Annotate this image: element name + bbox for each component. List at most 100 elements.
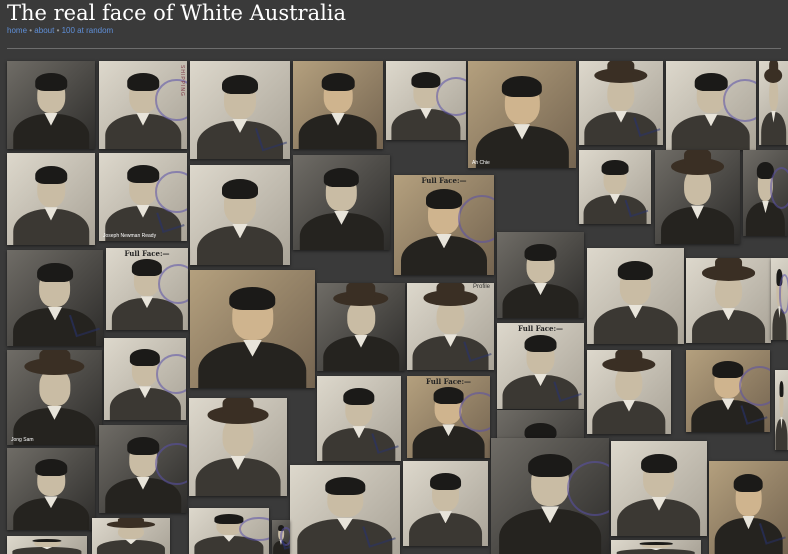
hair [34,459,68,476]
hair [524,244,557,262]
portrait-photo[interactable]: Ah Chie [468,61,576,168]
portrait-photo[interactable] [403,461,488,546]
hair [617,261,654,281]
portrait-photo[interactable] [743,150,788,236]
portrait-photo[interactable] [7,61,95,149]
hair [324,477,366,496]
hat [24,350,85,376]
portrait-photo[interactable] [771,258,788,340]
sitter-silhouette [196,74,284,159]
hair [126,437,160,455]
portrait-photo[interactable] [317,376,401,461]
portrait-photo[interactable] [7,153,95,245]
portrait-photo[interactable] [190,61,290,159]
hair [126,73,160,91]
sitter-silhouette [592,350,666,434]
hair [126,165,160,183]
portrait-photo[interactable] [190,270,315,388]
photo-form-label: Full Face:— [425,377,472,386]
hat [106,518,156,528]
portrait-photo[interactable] [611,540,701,554]
portrait-photo[interactable] [290,465,400,554]
stamp-text: SHIPPING [179,65,185,97]
portrait-photo[interactable] [99,425,187,513]
portrait-photo[interactable]: Profile [407,283,494,370]
sitter-silhouette [12,165,90,245]
portrait-photo[interactable] [686,350,770,432]
portrait-photo[interactable] [491,438,609,554]
portrait-photo[interactable] [655,150,740,244]
hair [34,73,68,91]
hair [641,454,677,474]
photo-form-label: Full Face:— [124,249,170,258]
hair [524,335,557,353]
portrait-photo[interactable] [759,61,788,145]
sitter-silhouette [617,454,701,536]
photo-form-label: Profile [472,284,490,290]
hair [32,538,62,543]
hair [639,541,673,545]
hair [429,472,462,490]
portrait-photo[interactable] [293,155,390,250]
hair [694,73,728,92]
portrait-photo[interactable] [317,283,405,371]
portrait-photo[interactable] [666,61,756,150]
portrait-photo[interactable] [293,61,383,149]
portrait-photo[interactable] [7,448,95,530]
hair [221,179,259,199]
hair [779,381,784,398]
portrait-photo[interactable] [587,248,684,344]
portrait-photo[interactable] [272,520,290,554]
portrait-photo[interactable] [386,61,466,140]
portrait-photo[interactable] [189,508,269,554]
hat [423,283,478,307]
portrait-photo[interactable]: SHIPPING [99,61,187,149]
portrait-photo[interactable] [775,370,788,450]
sitter-silhouette [584,61,658,145]
hair [221,74,259,95]
portrait-photo[interactable]: Full Face:— [106,248,188,330]
portrait-photo[interactable] [7,250,103,346]
hair [37,263,73,283]
sitter-silhouette [195,398,281,496]
portrait-photo[interactable] [587,350,671,434]
portrait-photo[interactable] [611,441,707,536]
sitter-silhouette [412,283,489,370]
sitter-silhouette [691,258,766,343]
portrait-photo[interactable] [709,461,788,554]
portrait-photo[interactable] [579,61,663,145]
sitter-silhouette [12,538,82,554]
hair [214,514,244,524]
portrait-photo[interactable] [92,518,170,554]
hat [670,150,725,175]
portrait-photo[interactable]: Joseph Newman Ready [99,153,187,241]
portrait-photo[interactable] [189,398,287,496]
sitter-silhouette [97,518,165,554]
sitter-silhouette [322,283,400,371]
portrait-photo[interactable]: Full Face:— [394,175,494,275]
hair [601,160,629,175]
photo-name-caption: Joseph Newman Ready [103,233,157,239]
hair [343,387,375,405]
portrait-photo[interactable]: Full Face:— [497,323,584,409]
photo-name-caption: Jong Sam [11,437,34,443]
ink-stamp-mark [436,76,466,116]
hair [129,349,161,366]
portrait-photo[interactable] [7,536,87,554]
sitter-silhouette [12,73,90,149]
portrait-photo[interactable] [497,232,584,318]
photo-gallery: SHIPPING Ah Chie Joseph Newman Ready Full F… [0,0,788,554]
hair [712,361,744,378]
portrait-photo[interactable]: Full Face:— [407,376,490,458]
portrait-photo[interactable] [190,165,290,265]
sitter-silhouette [502,335,579,409]
photo-name-caption: Ah Chie [472,160,490,166]
portrait-photo[interactable]: Jong Sam [7,350,102,445]
portrait-photo[interactable] [686,258,771,343]
hair [131,259,163,276]
portrait-photo[interactable] [104,338,186,420]
portrait-photo[interactable] [579,150,651,224]
sitter-silhouette [12,459,90,530]
hair [528,454,572,478]
sitter-silhouette [299,73,377,149]
